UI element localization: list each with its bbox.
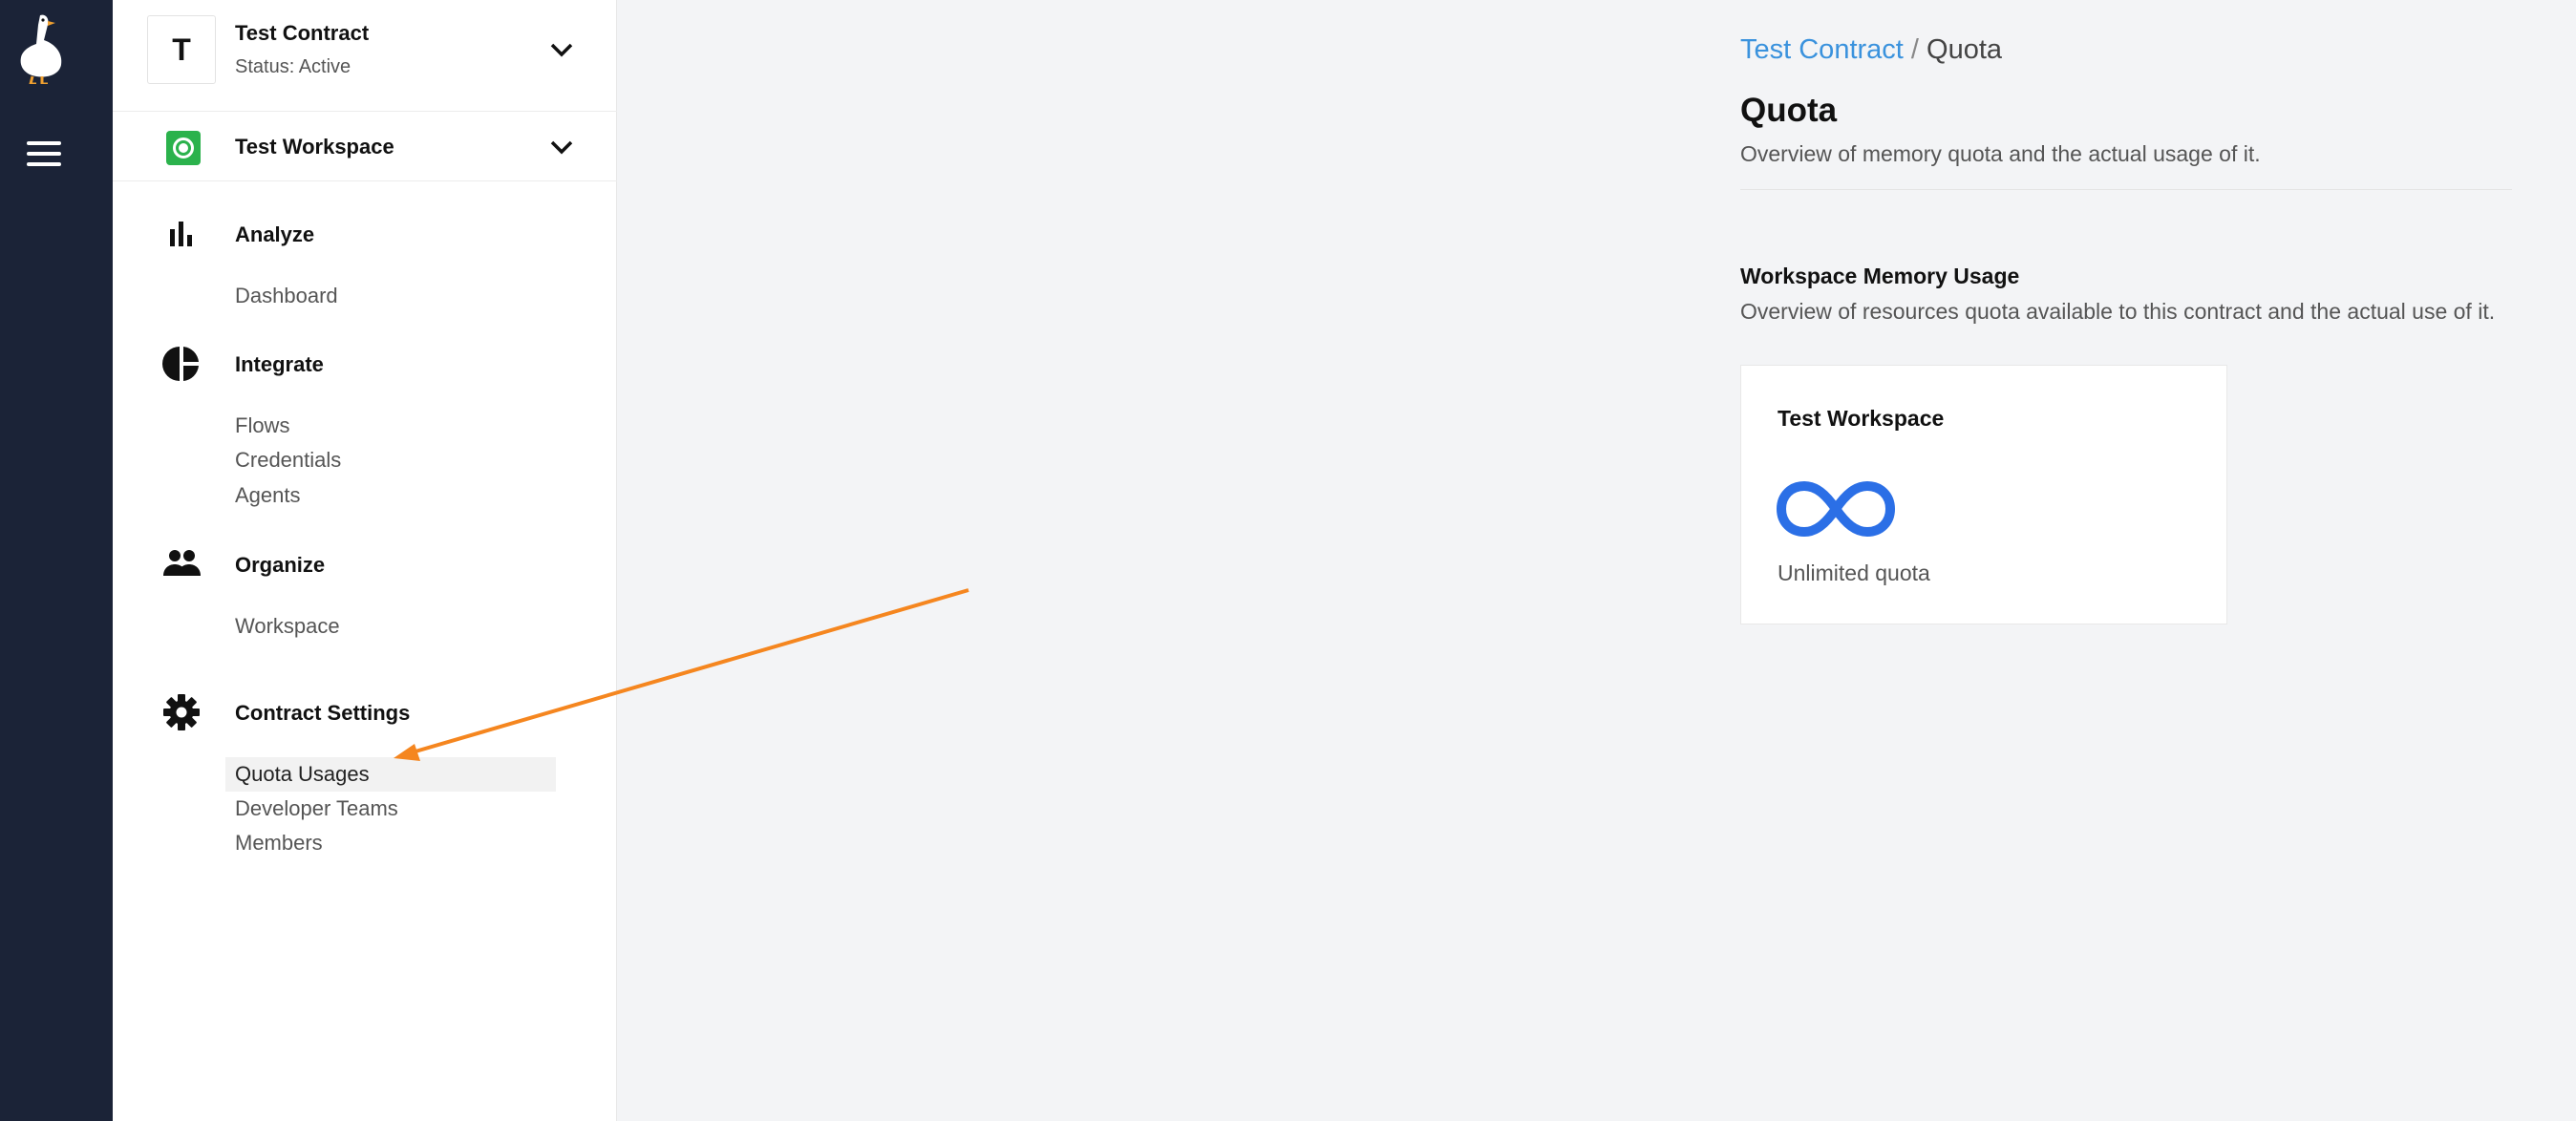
sidebar: T Test Contract Status: Active Test Work…	[113, 0, 617, 1121]
people-icon	[163, 550, 201, 576]
goose-logo-icon	[20, 14, 62, 84]
divider	[1740, 189, 2512, 190]
chevron-down-icon[interactable]	[549, 42, 574, 57]
nav-item-quota-usages[interactable]: Quota Usages	[235, 762, 370, 787]
section-subtitle: Overview of resources quota available to…	[1740, 299, 2496, 324]
nav-item-dashboard[interactable]: Dashboard	[235, 284, 338, 308]
contract-name: Test Contract	[235, 21, 370, 45]
contract-switcher[interactable]: T Test Contract Status: Active	[113, 0, 617, 112]
workspace-icon	[166, 131, 201, 165]
workspace-name: Test Workspace	[235, 135, 394, 159]
breadcrumb-current: Quota	[1927, 34, 2003, 65]
nav-item-developer-teams[interactable]: Developer Teams	[235, 796, 398, 821]
chevron-down-icon[interactable]	[549, 139, 574, 155]
pie-chart-icon	[162, 347, 199, 381]
main-content: Test Contract / Quota Quota Overview of …	[617, 0, 2576, 1121]
nav-item-members[interactable]: Members	[235, 831, 323, 856]
quota-card-title: Test Workspace	[1778, 406, 1945, 431]
hamburger-menu-icon[interactable]	[27, 141, 61, 168]
contract-status: Status: Active	[235, 56, 351, 77]
contract-avatar: T	[147, 15, 216, 84]
workspace-switcher[interactable]: Test Workspace	[113, 112, 617, 181]
page-subtitle: Overview of memory quota and the actual …	[1740, 141, 2261, 166]
bar-chart-icon	[170, 222, 192, 246]
gear-icon	[163, 694, 200, 730]
infinity-icon	[1776, 480, 1896, 538]
nav-item-flows[interactable]: Flows	[235, 413, 289, 438]
page-title: Quota	[1740, 92, 1838, 129]
nav-section-integrate: Integrate	[235, 352, 324, 376]
breadcrumb-separator: /	[1910, 34, 1919, 65]
app-rail	[0, 0, 113, 1121]
quota-card: Test Workspace Unlimited quota	[1740, 365, 2227, 624]
nav-item-agents[interactable]: Agents	[235, 483, 301, 508]
nav-item-workspace[interactable]: Workspace	[235, 614, 340, 639]
section-title: Workspace Memory Usage	[1740, 264, 2020, 288]
quota-card-text: Unlimited quota	[1778, 560, 1930, 585]
nav-section-contract-settings: Contract Settings	[235, 701, 411, 725]
nav-item-credentials[interactable]: Credentials	[235, 448, 341, 473]
breadcrumb-contract-link[interactable]: Test Contract	[1740, 34, 1904, 65]
breadcrumb: Test Contract / Quota	[1740, 34, 2002, 66]
nav-section-analyze: Analyze	[235, 222, 315, 246]
nav-section-organize: Organize	[235, 553, 326, 577]
